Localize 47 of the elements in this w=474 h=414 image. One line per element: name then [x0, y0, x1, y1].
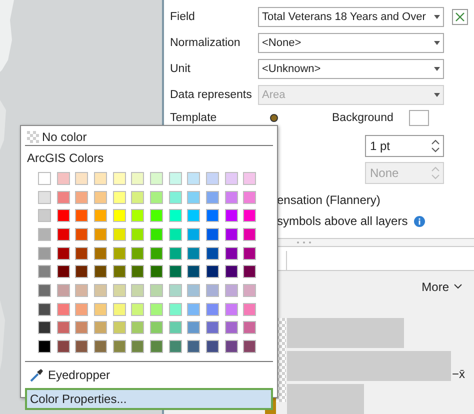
chevron-down-icon: [454, 284, 462, 290]
color-swatch[interactable]: [147, 225, 166, 244]
info-icon[interactable]: [414, 216, 425, 227]
color-swatch[interactable]: [91, 169, 110, 188]
caret-icon: [434, 92, 440, 96]
color-swatch[interactable]: [35, 281, 54, 300]
menu-item[interactable]: Color Properties...: [25, 388, 273, 410]
color-swatch[interactable]: [203, 225, 222, 244]
option-label: ensation (Flannery): [277, 193, 380, 208]
color-swatch[interactable]: [35, 169, 54, 188]
caret-icon: [434, 40, 440, 44]
dropdown[interactable]: <None>: [258, 32, 444, 52]
field-label: Background: [332, 112, 394, 124]
field-label: Data represents: [170, 88, 253, 100]
option-label: symbols above all layers: [277, 214, 408, 228]
splitter-grip-icon[interactable]: [296, 240, 312, 244]
palette-title: ArcGIS Colors: [26, 150, 105, 167]
more-button[interactable]: More: [422, 280, 462, 294]
color-swatch[interactable]: [203, 169, 222, 188]
color-swatch[interactable]: [35, 225, 54, 244]
field-label: Unit: [170, 62, 192, 74]
color-swatch[interactable]: [147, 281, 166, 300]
anchor-dot-icon: [270, 114, 278, 122]
color-swatch[interactable]: [147, 169, 166, 188]
checkerboard-icon: [27, 131, 39, 143]
clear-icon[interactable]: [452, 8, 468, 24]
color-swatch[interactable]: [91, 337, 110, 356]
color-swatch[interactable]: [203, 337, 222, 356]
background-swatch[interactable]: [409, 110, 430, 126]
caret-icon: [434, 14, 440, 18]
field-label: Template: [170, 112, 218, 124]
field-label: Field: [170, 10, 196, 22]
color-swatch[interactable]: [91, 225, 110, 244]
caret-icon: [434, 66, 440, 70]
up-down-arrows-icon[interactable]: [431, 139, 440, 154]
no-color-item[interactable]: No color: [25, 129, 273, 146]
color-swatch[interactable]: [147, 337, 166, 356]
field-label: Normalization: [170, 36, 242, 48]
eyedropper-icon: [30, 368, 44, 382]
mean-label: −x̄: [452, 366, 466, 381]
spinner-field[interactable]: 1 pt: [365, 135, 444, 158]
menu-item[interactable]: Eyedropper: [25, 364, 273, 386]
color-swatch[interactable]: [91, 281, 110, 300]
dropdown[interactable]: Total Veterans 18 Years and Over: [258, 6, 444, 26]
dropdown[interactable]: <Unknown>: [258, 58, 444, 78]
color-swatch[interactable]: [203, 281, 222, 300]
color-swatch[interactable]: [35, 337, 54, 356]
